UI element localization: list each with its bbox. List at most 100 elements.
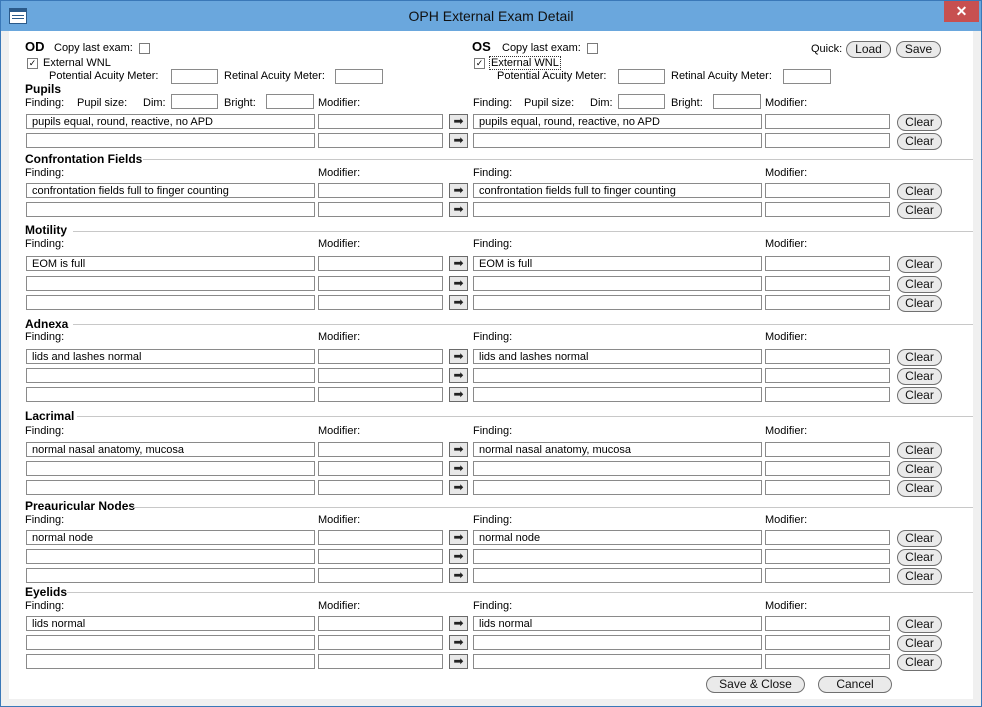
od-lacrimal-finding-input[interactable] (26, 480, 315, 495)
copy-right-arrow-icon[interactable]: ➡ (449, 387, 468, 402)
od-lacrimal-finding-input[interactable] (26, 461, 315, 476)
od-adnexa-modifier-input[interactable] (318, 387, 443, 402)
od-preauricular-finding-input[interactable]: normal node (26, 530, 315, 545)
os-copy-last-exam-checkbox[interactable] (587, 43, 598, 54)
od-eyelids-modifier-input[interactable] (318, 616, 443, 631)
od-preauricular-finding-input[interactable] (26, 568, 315, 583)
os-confrontation-modifier-input[interactable] (765, 183, 890, 198)
motility-clear-button[interactable]: Clear (897, 276, 942, 293)
os-adnexa-finding-input[interactable] (473, 387, 762, 402)
od-motility-modifier-input[interactable] (318, 295, 443, 310)
confrontation-clear-button[interactable]: Clear (897, 202, 942, 219)
os-lacrimal-modifier-input[interactable] (765, 480, 890, 495)
od-bright-input[interactable] (266, 94, 314, 109)
copy-right-arrow-icon[interactable]: ➡ (449, 349, 468, 364)
od-motility-finding-input[interactable]: EOM is full (26, 256, 315, 271)
os-confrontation-finding-input[interactable]: confrontation fields full to finger coun… (473, 183, 762, 198)
lacrimal-clear-button[interactable]: Clear (897, 442, 942, 459)
os-external-wnl-checkbox[interactable]: ✓ (474, 58, 485, 69)
copy-right-arrow-icon[interactable]: ➡ (449, 530, 468, 545)
od-motility-modifier-input[interactable] (318, 276, 443, 291)
lacrimal-clear-button[interactable]: Clear (897, 480, 942, 497)
os-preauricular-finding-input[interactable] (473, 549, 762, 564)
os-retinal-acuity-input[interactable] (783, 69, 831, 84)
od-eyelids-finding-input[interactable] (26, 635, 315, 650)
os-lacrimal-modifier-input[interactable] (765, 442, 890, 457)
od-eyelids-finding-input[interactable] (26, 654, 315, 669)
os-motility-modifier-input[interactable] (765, 256, 890, 271)
os-preauricular-modifier-input[interactable] (765, 530, 890, 545)
os-adnexa-modifier-input[interactable] (765, 349, 890, 364)
save-close-button[interactable]: Save & Close (706, 676, 805, 693)
copy-right-arrow-icon[interactable]: ➡ (449, 654, 468, 669)
od-eyelids-modifier-input[interactable] (318, 654, 443, 669)
os-adnexa-modifier-input[interactable] (765, 387, 890, 402)
motility-clear-button[interactable]: Clear (897, 295, 942, 312)
os-eyelids-modifier-input[interactable] (765, 654, 890, 669)
od-eyelids-finding-input[interactable]: lids normal (26, 616, 315, 631)
od-adnexa-finding-input[interactable]: lids and lashes normal (26, 349, 315, 364)
os-adnexa-finding-input[interactable]: lids and lashes normal (473, 349, 762, 364)
eyelids-clear-button[interactable]: Clear (897, 635, 942, 652)
os-eyelids-modifier-input[interactable] (765, 616, 890, 631)
copy-right-arrow-icon[interactable]: ➡ (449, 114, 468, 129)
confrontation-clear-button[interactable]: Clear (897, 183, 942, 200)
os-lacrimal-modifier-input[interactable] (765, 461, 890, 476)
od-external-wnl-checkbox[interactable]: ✓ (27, 58, 38, 69)
close-button[interactable]: ✕ (944, 1, 979, 22)
os-motility-modifier-input[interactable] (765, 276, 890, 291)
os-lacrimal-finding-input[interactable] (473, 461, 762, 476)
os-preauricular-modifier-input[interactable] (765, 549, 890, 564)
od-preauricular-modifier-input[interactable] (318, 530, 443, 545)
os-lacrimal-finding-input[interactable]: normal nasal anatomy, mucosa (473, 442, 762, 457)
os-preauricular-finding-input[interactable] (473, 568, 762, 583)
od-lacrimal-finding-input[interactable]: normal nasal anatomy, mucosa (26, 442, 315, 457)
os-preauricular-modifier-input[interactable] (765, 568, 890, 583)
copy-right-arrow-icon[interactable]: ➡ (449, 276, 468, 291)
preauricular-clear-button[interactable]: Clear (897, 530, 942, 547)
od-potential-acuity-input[interactable] (171, 69, 218, 84)
copy-right-arrow-icon[interactable]: ➡ (449, 442, 468, 457)
copy-right-arrow-icon[interactable]: ➡ (449, 480, 468, 495)
od-motility-finding-input[interactable] (26, 276, 315, 291)
os-eyelids-finding-input[interactable] (473, 654, 762, 669)
os-lacrimal-finding-input[interactable] (473, 480, 762, 495)
copy-right-arrow-icon[interactable]: ➡ (449, 183, 468, 198)
adnexa-clear-button[interactable]: Clear (897, 387, 942, 404)
od-confrontation-finding-input[interactable] (26, 202, 315, 217)
od-pupils-finding-input[interactable]: pupils equal, round, reactive, no APD (26, 114, 315, 129)
od-preauricular-finding-input[interactable] (26, 549, 315, 564)
os-motility-finding-input[interactable] (473, 295, 762, 310)
copy-right-arrow-icon[interactable]: ➡ (449, 549, 468, 564)
od-confrontation-finding-input[interactable]: confrontation fields full to finger coun… (26, 183, 315, 198)
od-pupils-modifier-input[interactable] (318, 114, 443, 129)
os-pupils-finding-input[interactable] (473, 133, 762, 148)
copy-right-arrow-icon[interactable]: ➡ (449, 568, 468, 583)
od-retinal-acuity-input[interactable] (335, 69, 383, 84)
os-confrontation-modifier-input[interactable] (765, 202, 890, 217)
preauricular-clear-button[interactable]: Clear (897, 549, 942, 566)
od-lacrimal-modifier-input[interactable] (318, 461, 443, 476)
od-lacrimal-modifier-input[interactable] (318, 442, 443, 457)
os-eyelids-modifier-input[interactable] (765, 635, 890, 650)
od-pupils-modifier-input[interactable] (318, 133, 443, 148)
od-confrontation-modifier-input[interactable] (318, 202, 443, 217)
copy-right-arrow-icon[interactable]: ➡ (449, 133, 468, 148)
eyelids-clear-button[interactable]: Clear (897, 654, 942, 671)
title-bar[interactable]: OPH External Exam Detail ✕ (1, 1, 981, 31)
od-lacrimal-modifier-input[interactable] (318, 480, 443, 495)
preauricular-clear-button[interactable]: Clear (897, 568, 942, 585)
od-preauricular-modifier-input[interactable] (318, 549, 443, 564)
os-eyelids-finding-input[interactable] (473, 635, 762, 650)
os-adnexa-finding-input[interactable] (473, 368, 762, 383)
od-motility-finding-input[interactable] (26, 295, 315, 310)
adnexa-clear-button[interactable]: Clear (897, 368, 942, 385)
od-dim-input[interactable] (171, 94, 218, 109)
copy-right-arrow-icon[interactable]: ➡ (449, 256, 468, 271)
motility-clear-button[interactable]: Clear (897, 256, 942, 273)
quick-save-button[interactable]: Save (896, 41, 941, 58)
os-confrontation-finding-input[interactable] (473, 202, 762, 217)
os-motility-finding-input[interactable]: EOM is full (473, 256, 762, 271)
os-dim-input[interactable] (618, 94, 665, 109)
od-copy-last-exam-checkbox[interactable] (139, 43, 150, 54)
